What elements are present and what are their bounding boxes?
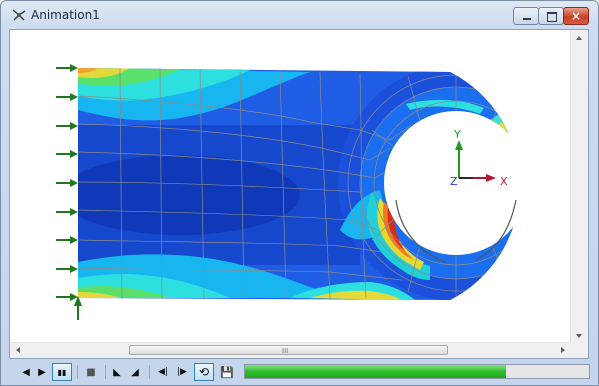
triad-x-label: X bbox=[500, 175, 508, 188]
triad-z-label: Z bbox=[450, 175, 458, 188]
title-bar[interactable]: Animation1 × bbox=[1, 1, 598, 29]
triad-y-label: Y bbox=[453, 128, 461, 141]
last-frame-button[interactable]: ◢ bbox=[127, 363, 143, 381]
scroll-right-icon[interactable] bbox=[561, 347, 565, 353]
minimize-button[interactable] bbox=[513, 7, 539, 25]
close-button[interactable]: × bbox=[563, 7, 589, 25]
horizontal-scrollbar[interactable]: III bbox=[10, 342, 571, 358]
last-frame-icon: ◢ bbox=[131, 366, 139, 378]
window-title: Animation1 bbox=[31, 8, 100, 22]
save-icon: 💾 bbox=[220, 365, 234, 379]
maximize-button[interactable] bbox=[538, 7, 564, 25]
vertical-scrollbar[interactable] bbox=[570, 30, 588, 344]
step-forward-button[interactable]: |▶ bbox=[173, 363, 191, 381]
play-button[interactable]: ▶ bbox=[35, 363, 49, 381]
loop-icon: ⟲ bbox=[198, 365, 210, 379]
pause-button[interactable]: ▮▮ bbox=[52, 363, 72, 381]
save-button[interactable]: 💾 bbox=[219, 363, 235, 381]
animation-progress-bar bbox=[244, 364, 590, 379]
animation-app-icon bbox=[12, 9, 26, 21]
scroll-left-icon[interactable] bbox=[16, 347, 20, 353]
scroll-down-icon[interactable] bbox=[576, 334, 582, 338]
animation-toolbar: ◀ ▶ ▮▮ ■ ◣ ◢ ◀| |▶ ⟲ 💾 bbox=[9, 361, 591, 383]
maximize-icon bbox=[547, 12, 557, 22]
first-frame-icon: ◣ bbox=[113, 366, 121, 378]
loop-button[interactable]: ⟲ bbox=[194, 363, 214, 381]
stop-icon: ■ bbox=[86, 366, 96, 378]
scroll-grip: III bbox=[282, 347, 289, 355]
prev-frame-icon: ◀ bbox=[22, 366, 30, 378]
close-icon: × bbox=[570, 9, 582, 23]
first-frame-button[interactable]: ◣ bbox=[109, 363, 125, 381]
pause-icon: ▮▮ bbox=[57, 367, 67, 377]
toolbar-separator bbox=[105, 365, 106, 379]
toolbar-separator bbox=[149, 365, 150, 379]
scroll-corner bbox=[571, 343, 588, 358]
progress-fill bbox=[245, 365, 507, 378]
step-back-icon: ◀| bbox=[158, 367, 168, 377]
stop-button[interactable]: ■ bbox=[83, 363, 99, 381]
toolbar-separator bbox=[77, 365, 78, 379]
scroll-up-icon[interactable] bbox=[576, 36, 582, 40]
horizontal-scroll-thumb[interactable]: III bbox=[129, 345, 448, 355]
animation-window: Animation1 × Y Z X III ◀ ▶ ▮▮ ■ ◣ ◢ ◀| |… bbox=[0, 0, 599, 386]
animation-client-area: Y Z X III bbox=[9, 29, 589, 359]
fea-stress-viewport[interactable]: Y Z X bbox=[10, 30, 571, 344]
minimize-icon bbox=[523, 18, 531, 20]
step-forward-icon: |▶ bbox=[177, 367, 187, 377]
step-back-button[interactable]: ◀| bbox=[154, 363, 172, 381]
prev-frame-button[interactable]: ◀ bbox=[19, 363, 33, 381]
play-icon: ▶ bbox=[38, 366, 46, 378]
